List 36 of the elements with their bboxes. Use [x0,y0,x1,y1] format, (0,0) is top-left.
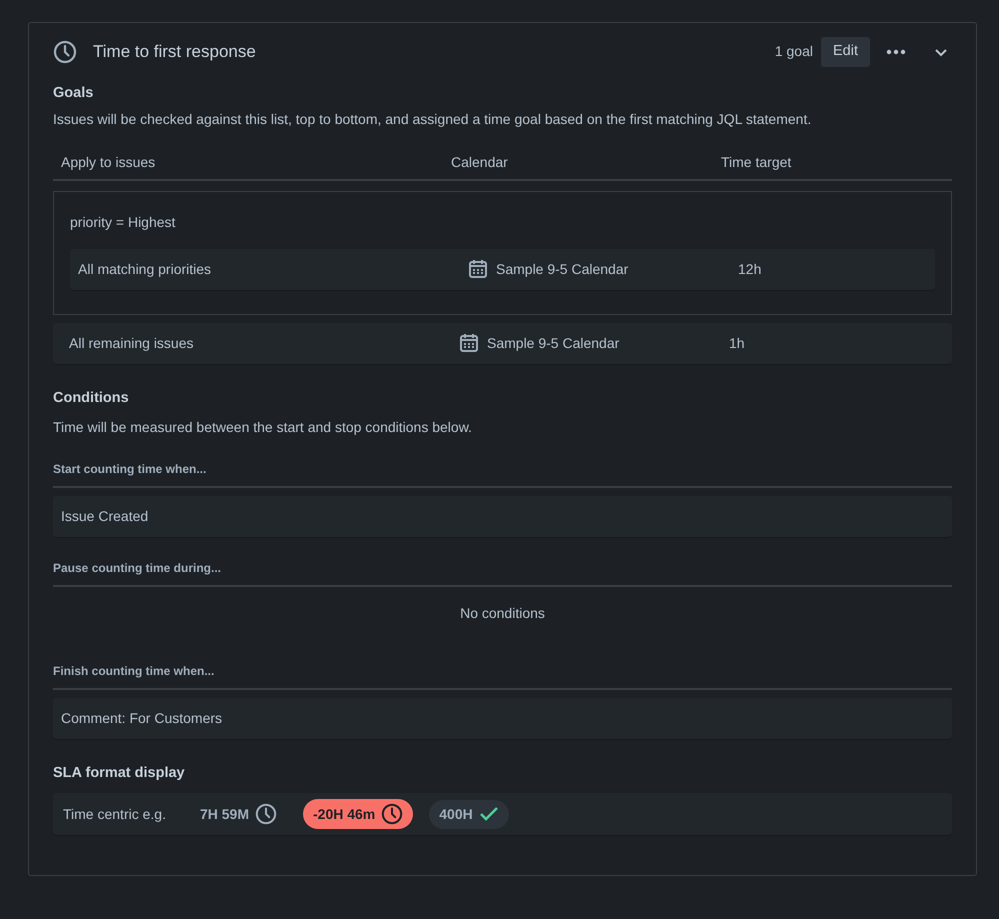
clock-icon [381,803,404,825]
section-description: Issues will be checked against this list, top to bottom, and assigned a time goal based on the first matching JQL statement. [53,110,812,129]
time-target: 1h [729,334,745,352]
calendar-icon [468,259,488,279]
edit-button[interactable]: Edit [821,37,870,67]
sla-time: 7H 59M [200,804,249,824]
chevron-icon [934,46,948,57]
clock-icon [53,40,77,64]
calendar-name: Sample 9-5 Calendar [487,334,620,353]
condition-row: Comment: For Customers [53,698,952,740]
column-header: Apply to issues [61,154,156,170]
jql-query: priority = Highest [70,212,176,232]
section-heading: Goals [53,84,94,103]
issues-text: All matching priorities [78,260,212,276]
time-target: 12h [738,260,762,278]
condition-label: Finish counting time when... [53,662,952,690]
condition-row: Issue Created [53,496,952,538]
column-header: Calendar [451,154,508,170]
calendar-name: Sample 9-5 Calendar [496,260,628,279]
clock-icon [255,803,277,825]
condition-label: Start counting time when... [53,460,952,488]
section-description: Time will be measured between the start and stop conditions below. [53,418,473,438]
section-heading: Conditions [53,388,130,408]
empty-text: No conditions [459,604,546,624]
more-icon [886,48,906,55]
check-icon [478,806,499,822]
panel-title: Time to first response [93,41,256,64]
format-label: Time centric e.g. [63,804,166,824]
sla-badge: 400H [429,800,509,828]
sla-badge: -20H 46m [303,799,414,829]
calendar-icon [459,333,479,353]
issues-text: All remaining issues [69,334,194,350]
section-heading: SLA format display [53,764,186,784]
goal-count: 1 goal [774,42,813,62]
condition-label: Pause counting time during... [53,559,952,588]
column-header: Time target [721,154,792,170]
